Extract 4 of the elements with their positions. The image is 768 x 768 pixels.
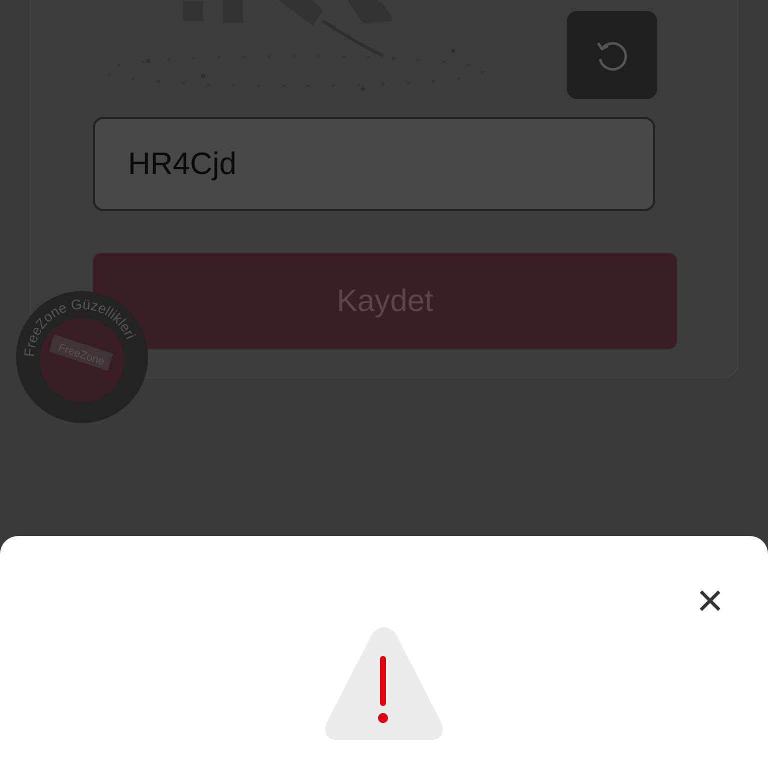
code-field[interactable]: HR4Cjd: [93, 117, 655, 211]
warning-icon: [322, 626, 446, 742]
refresh-button[interactable]: [567, 11, 657, 99]
close-button[interactable]: ×: [690, 580, 730, 620]
